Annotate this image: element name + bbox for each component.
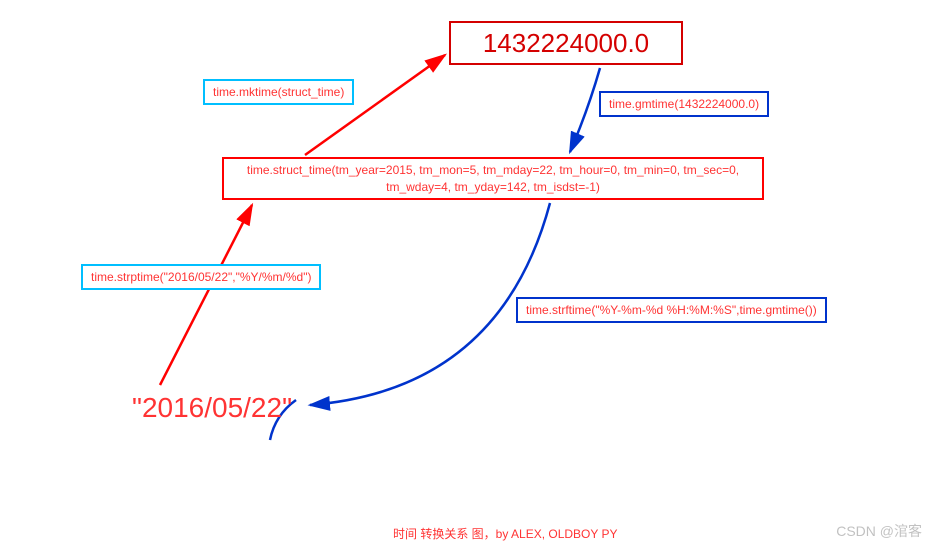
label-mktime-text: time.mktime(struct_time)	[213, 85, 344, 99]
label-strptime: time.strptime("2016/05/22","%Y/%m/%d")	[81, 264, 321, 290]
arrow-strptime	[160, 205, 252, 385]
label-gmtime: time.gmtime(1432224000.0)	[599, 91, 769, 117]
struct-time-text: time.struct_time(tm_year=2015, tm_mon=5,…	[232, 162, 754, 196]
label-strptime-text: time.strptime("2016/05/22","%Y/%m/%d")	[91, 270, 311, 284]
arrow-mktime	[305, 55, 445, 155]
arrow-gmtime	[570, 68, 600, 152]
timestamp-text: 1432224000.0	[483, 28, 649, 59]
label-gmtime-text: time.gmtime(1432224000.0)	[609, 97, 759, 111]
label-strftime: time.strftime("%Y-%m-%d %H:%M:%S",time.g…	[516, 297, 827, 323]
label-strftime-text: time.strftime("%Y-%m-%d %H:%M:%S",time.g…	[526, 303, 817, 317]
arrow-strftime	[310, 203, 550, 405]
diagram-caption: 时间 转换关系 图，by ALEX, OLDBOY PY	[393, 525, 618, 542]
date-string-text: "2016/05/22"	[132, 392, 292, 424]
watermark-text: CSDN @涫客	[836, 521, 922, 541]
timestamp-box: 1432224000.0	[449, 21, 683, 65]
label-mktime: time.mktime(struct_time)	[203, 79, 354, 105]
struct-time-box: time.struct_time(tm_year=2015, tm_mon=5,…	[222, 157, 764, 200]
